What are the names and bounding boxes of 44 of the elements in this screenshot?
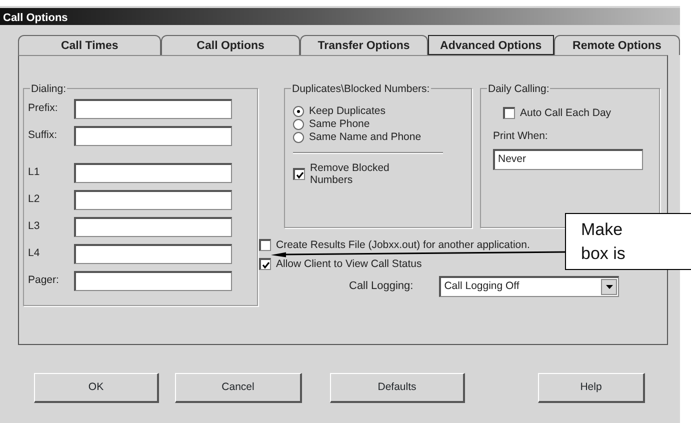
checkbox[interactable] [503,107,515,119]
tab[interactable]: Advanced Options [428,35,554,55]
field-label: Call Logging: [349,279,414,294]
radio-label: Keep Duplicates [309,105,386,117]
radio-label: Same Phone [309,118,370,130]
field-label: L3 [28,218,41,234]
checkbox-label: Auto Call Each Day [520,107,612,119]
checkbox-label: Create Results File (Jobxx.out) for another application. [276,239,530,251]
dialog-button[interactable]: OK [34,373,159,403]
dialog-button[interactable]: Cancel [175,373,302,403]
callout-text: box is [581,243,626,265]
field-label: Print When: [493,129,549,144]
checkbox[interactable] [259,239,271,251]
field-label: L4 [28,246,41,261]
input-field[interactable] [74,98,232,118]
radio-button[interactable] [293,119,304,130]
radio-label: Same Name and Phone [309,131,422,143]
dialog-button[interactable]: Defaults [330,373,465,403]
field-label: Suffix: [28,128,58,143]
input-field[interactable] [74,216,232,236]
dropdown[interactable]: Call Logging Off [439,276,620,297]
input-field[interactable] [74,190,232,210]
checkbox[interactable] [259,258,271,270]
radio-button[interactable] [293,106,304,117]
checkbox-label: Allow Client to View Call Status [276,258,422,270]
field-label: L1 [28,164,41,180]
field-label: Prefix: [28,100,59,116]
tab[interactable]: Call Times [18,35,162,55]
field-label: L2 [28,192,41,207]
dialog-button[interactable]: Help [538,373,645,403]
field-label: Pager: [28,272,60,288]
radio-button[interactable] [293,132,304,143]
checkbox[interactable] [293,168,305,180]
tab[interactable]: Call Options [161,35,300,55]
tab[interactable]: Transfer Options [300,35,428,55]
input-field[interactable] [74,126,232,146]
dropdown[interactable]: Never [493,148,643,170]
input-field[interactable] [74,244,232,264]
checkbox-label: Remove Blocked Numbers [310,162,390,186]
input-field[interactable] [74,162,232,182]
window-title: Call Options [0,8,680,25]
tab[interactable]: Remote Options [554,35,680,55]
callout-text: Make [581,219,624,241]
input-field[interactable] [74,270,232,290]
